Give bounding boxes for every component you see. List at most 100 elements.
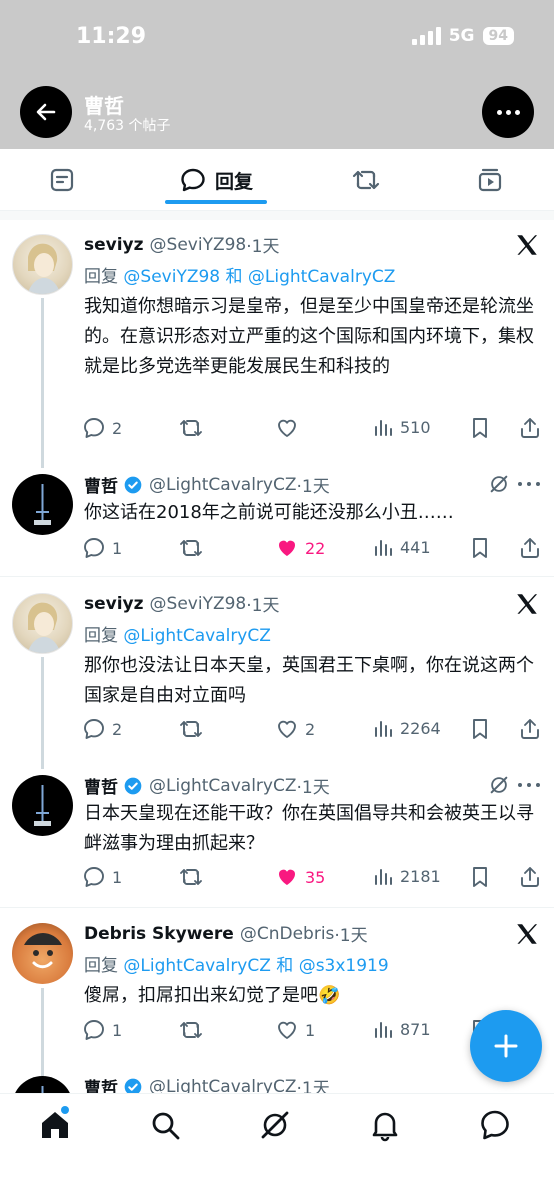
plus-icon [494,1034,518,1058]
grok-icon[interactable] [258,1108,292,1142]
thread-line [41,657,44,769]
more-menu-icon[interactable] [518,774,540,796]
repost-icon [352,170,380,190]
reply-button[interactable]: 1 [82,865,122,889]
bell-icon[interactable] [368,1108,402,1142]
thread-line [41,298,44,468]
reply-text: 那你也没法让日本天皇，英国君王下桌啊，你在说这两个国家是自由对立面吗 [84,655,534,706]
avatar[interactable] [12,474,73,535]
reply-button[interactable]: 2 [82,416,122,440]
dot [496,109,502,115]
network-label: 5G [448,26,475,46]
like-button[interactable]: 2 [275,717,315,741]
action-bar: 1 35 2181 [82,865,544,891]
x-logo-icon [517,594,538,614]
messages-icon[interactable] [478,1108,512,1142]
active-tab-indicator [165,200,267,204]
views-chart-icon [375,540,392,556]
avatar[interactable] [12,775,73,836]
more-menu-icon[interactable] [518,473,540,495]
reply-count: 2 [112,418,123,438]
reply-text: 傻屌，扣屌扣出来幻觉了是吧🤣 [84,985,341,1006]
user-handle[interactable]: @SeviYZ98 [150,594,247,614]
display-name[interactable]: seviyz [84,235,144,255]
reply-header: seviyz @SeviYZ98 ·1天 [84,232,279,258]
timestamp: ·1天 [296,778,330,798]
tab-posts[interactable] [20,149,104,211]
display-name[interactable]: seviyz [84,594,144,614]
share-icon[interactable] [518,416,542,440]
views-chart-icon [375,869,392,885]
timestamp: ·1天 [296,477,330,497]
like-button[interactable] [275,416,305,440]
action-bar: 2 2 2264 [82,717,544,743]
status-indicators: 5G 94 [411,26,514,46]
reply-header: Debris Skywere @CnDebris ·1天 [84,921,368,947]
timestamp: ·1天 [246,596,280,616]
reply-header: seviyz @SeviYZ98 ·1天 [84,591,280,617]
like-count: 2 [305,719,316,739]
retweet-button[interactable] [178,865,210,889]
bookmark-icon[interactable] [468,536,492,560]
views-button[interactable]: 871 [372,1018,431,1040]
display-name[interactable]: 曹哲 [84,773,118,798]
more-options-button[interactable] [482,86,534,138]
views-button[interactable]: 441 [372,536,431,558]
avatar[interactable] [12,593,73,654]
display-name[interactable]: 曹哲 [84,472,118,497]
grok-icon[interactable] [488,473,510,495]
search-icon[interactable] [148,1108,182,1142]
reply-prefix: 回复 [84,267,124,287]
bookmark-icon[interactable] [468,416,492,440]
avatar[interactable] [12,234,73,295]
divider [0,907,554,908]
like-button[interactable]: 1 [275,1018,315,1042]
share-icon[interactable] [518,717,542,741]
views-button[interactable]: 510 [372,416,431,438]
retweet-button[interactable] [178,1018,210,1042]
reply-button[interactable]: 2 [82,717,122,741]
tab-media[interactable] [448,149,532,211]
compose-button[interactable] [470,1010,542,1082]
comment-icon [84,1020,104,1040]
bottom-nav [0,1093,554,1200]
views-chart-icon [375,721,392,737]
verified-badge-icon [124,777,142,794]
user-handle[interactable]: @CnDebris [240,924,335,944]
timestamp: ·1天 [334,926,368,946]
retweet-button[interactable] [178,416,210,440]
home-notification-dot [61,1106,69,1114]
retweet-button[interactable] [178,717,210,741]
view-count: 441 [400,537,431,557]
verified-badge-icon [124,476,142,493]
reply-button[interactable]: 1 [82,1018,122,1042]
share-icon[interactable] [518,865,542,889]
views-button[interactable]: 2264 [372,717,441,739]
display-name[interactable]: Debris Skywere [84,924,234,944]
reply-text: 我知道你想暗示习是皇帝，但是至少中国皇帝还是轮流坐的。在意识形态对立严重的这个国… [84,296,534,377]
bookmark-icon[interactable] [468,717,492,741]
share-icon[interactable] [518,536,542,560]
views-button[interactable]: 2181 [372,865,441,887]
thread-line [41,988,44,1078]
like-button[interactable]: 22 [275,536,325,560]
reply-button[interactable]: 1 [82,536,122,560]
user-handle[interactable]: @SeviYZ98 [150,235,247,255]
reply-count: 1 [112,1020,123,1040]
retweet-button[interactable] [178,536,210,560]
like-button[interactable]: 35 [275,865,325,889]
user-handle[interactable]: @LightCavalryCZ [149,776,296,796]
grok-icon[interactable] [488,774,510,796]
views-chart-icon [375,420,392,436]
back-button[interactable] [20,86,72,138]
user-handle[interactable]: @LightCavalryCZ [149,475,296,495]
mention-link[interactable]: @LightCavalryCZ [123,626,270,646]
x-logo-icon [517,235,538,255]
mention-link[interactable]: @SeviYZ98 和 @LightCavalryCZ [123,267,395,287]
tab-reposts[interactable] [324,149,408,211]
bookmark-icon[interactable] [468,865,492,889]
reply-count: 2 [112,719,123,739]
mention-link[interactable]: @LightCavalryCZ 和 @s3x1919 [123,956,388,976]
avatar-illustration [34,785,51,826]
avatar[interactable] [12,923,73,984]
